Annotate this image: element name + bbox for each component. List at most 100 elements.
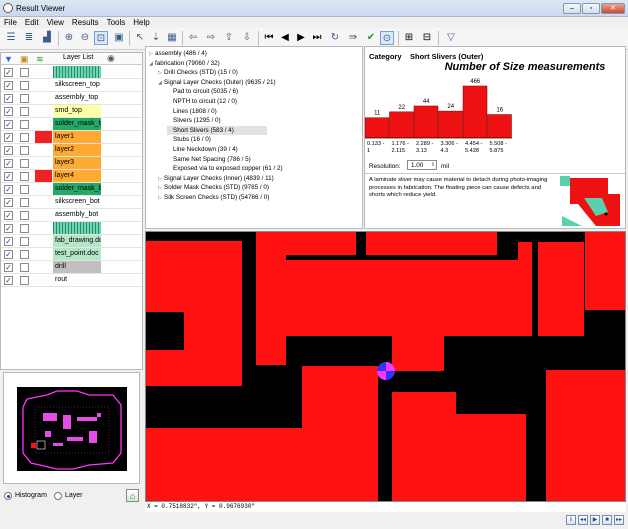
arrow-down-icon[interactable]: ⇩ [240, 31, 254, 45]
arrow-up-icon[interactable]: ⇧ [222, 31, 236, 45]
histogram-bar[interactable] [365, 117, 390, 139]
chart-icon[interactable]: ▟ [40, 31, 54, 45]
layer-row[interactable]: ✓ assembly_bot [1, 209, 142, 222]
histogram-bar[interactable] [487, 114, 512, 139]
layer-visible-checkbox[interactable]: ✓ [4, 146, 13, 155]
layer-lock-checkbox[interactable] [20, 185, 29, 194]
tree-node[interactable]: Short Slivers (583 / 4) [167, 125, 267, 135]
arrow-left-icon[interactable]: ⇦ [186, 31, 200, 45]
layer-lock-checkbox[interactable] [20, 81, 29, 90]
tree-node[interactable]: ▷ Drill Checks (STD) (15 / 0) [158, 68, 238, 78]
histogram-bar[interactable] [438, 110, 463, 139]
layer-lock-checkbox[interactable] [20, 250, 29, 259]
first-icon[interactable]: ⏮ [262, 31, 276, 45]
info-button[interactable]: i [566, 515, 576, 525]
layer-row[interactable]: ✓ silkscreen_top [1, 79, 142, 92]
layer-name[interactable]: solder_mask_bot [53, 183, 101, 195]
layer-name[interactable]: layer4 [53, 170, 101, 182]
layer-row[interactable]: ✓ silkscreen_bot [1, 196, 142, 209]
layer-visible-checkbox[interactable]: ✓ [4, 120, 13, 129]
menu-edit[interactable]: Edit [21, 17, 43, 28]
histogram-bar[interactable] [413, 105, 439, 139]
layer-visible-checkbox[interactable]: ✓ [4, 68, 13, 77]
layer-row[interactable]: ✓ layer4 [1, 170, 142, 183]
home-icon[interactable]: ⌂ [126, 489, 139, 502]
tree-node[interactable]: Same Net Spacing (786 / 5) [167, 155, 251, 164]
layer-name[interactable]: silkscreen_top [53, 79, 101, 91]
layer-name[interactable]: layer1 [53, 131, 101, 143]
refresh-icon[interactable]: ↻ [328, 31, 342, 45]
tree-node[interactable]: ▷ Signal Layer Checks (Inner) (4839 / 11) [158, 174, 274, 184]
layer-radio[interactable] [54, 492, 62, 500]
next-icon[interactable]: ▶ [294, 31, 308, 45]
tree-node[interactable]: ◢ Signal Layer Checks (Outer) (9635 / 21) [158, 78, 276, 88]
menu-results[interactable]: Results [68, 17, 103, 28]
list-icon[interactable]: ☰ [4, 31, 18, 45]
layer-visible-checkbox[interactable]: ✓ [4, 237, 13, 246]
layer-lock-checkbox[interactable] [20, 211, 29, 220]
filter-icon[interactable]: ▽ [444, 31, 458, 45]
layer-row[interactable]: ✓ solder_mask_top [1, 118, 142, 131]
layer-row[interactable]: ✓ smd_top [1, 105, 142, 118]
tree-node[interactable]: Stubs (16 / 0) [167, 135, 211, 144]
board-canvas[interactable] [145, 231, 626, 502]
layer-visible-checkbox[interactable]: ✓ [4, 276, 13, 285]
layer-lock-checkbox[interactable] [20, 94, 29, 103]
layer-row[interactable]: ✓ rout [1, 274, 142, 287]
layer-lock-checkbox[interactable] [20, 159, 29, 168]
report-icon[interactable]: ⊟ [420, 31, 434, 45]
layer-visible-checkbox[interactable]: ✓ [4, 263, 13, 272]
down-arrow-icon[interactable]: ⇣ [149, 31, 163, 45]
layer-name[interactable]: smd_top [53, 105, 101, 117]
layer-row[interactable]: ✓ fab_drawing.doc [1, 235, 142, 248]
export-icon[interactable]: ⊞ [402, 31, 416, 45]
tree-node[interactable]: ◢ fabrication (79060 / 32) [149, 59, 220, 69]
minimap-board[interactable] [17, 387, 127, 471]
tree-node[interactable]: Pad to circuit (5035 / 6) [167, 87, 238, 96]
layer-lock-checkbox[interactable] [20, 107, 29, 116]
layer-name[interactable]: test_point.doc [53, 248, 101, 260]
layer-name[interactable]: solder_mask_top [53, 118, 101, 130]
layer-name[interactable] [53, 222, 101, 234]
layer-row[interactable]: ✓ drill [1, 261, 142, 274]
layers-icon[interactable]: ≋ [36, 54, 44, 65]
zoom-in-icon[interactable]: ⊕ [62, 31, 76, 45]
histogram-bar[interactable] [389, 111, 414, 139]
tree-node[interactable]: ▷ Silk Screen Checks (STD) (54786 / 0) [158, 193, 269, 203]
tree-node[interactable]: ▷ assembly (486 / 4) [149, 49, 207, 59]
layer-visible-checkbox[interactable]: ✓ [4, 133, 13, 142]
menu-view[interactable]: View [43, 17, 68, 28]
layer-lock-checkbox[interactable] [20, 120, 29, 129]
layer-visible-checkbox[interactable]: ✓ [4, 159, 13, 168]
histogram-radio[interactable] [4, 492, 12, 500]
filter-icon[interactable]: ▼ [4, 54, 13, 64]
arrow-right-icon[interactable]: ⇨ [204, 31, 218, 45]
layer-row[interactable]: ✓ assembly_top [1, 92, 142, 105]
layer-lock-checkbox[interactable] [20, 276, 29, 285]
layer-lock-checkbox[interactable] [20, 224, 29, 233]
tree-node[interactable]: NPTH to circuit (12 / 0) [167, 97, 237, 106]
layer-row[interactable]: ✓ layer3 [1, 157, 142, 170]
layer-lock-checkbox[interactable] [20, 146, 29, 155]
last-icon[interactable]: ⏭ [310, 31, 324, 45]
measure-icon[interactable]: ⊙ [380, 31, 394, 45]
layer-visible-checkbox[interactable]: ✓ [4, 211, 13, 220]
stop-button[interactable]: ■ [602, 515, 612, 525]
zoom-window-icon[interactable]: ⊡ [94, 31, 108, 45]
lock-icon[interactable]: ▣ [20, 54, 29, 65]
fast-forward-button[interactable]: ▸▸ [614, 515, 624, 525]
layer-lock-checkbox[interactable] [20, 68, 29, 77]
layer-row[interactable]: ✓ layer2 [1, 144, 142, 157]
tree-node[interactable]: Exposed via to exposed copper (61 / 2) [167, 164, 283, 173]
layer-visible-checkbox[interactable]: ✓ [4, 185, 13, 194]
layer-name[interactable]: fab_drawing.doc [53, 235, 101, 247]
histogram-bar[interactable] [462, 85, 488, 139]
tree-node[interactable]: ▷ Solder Mask Checks (STD) (9785 / 0) [158, 183, 269, 193]
list-detail-icon[interactable]: ≣ [22, 31, 36, 45]
play-button[interactable]: ▶ [590, 515, 600, 525]
menu-tools[interactable]: Tools [103, 17, 130, 28]
layer-name[interactable]: silkscreen_bot [53, 196, 101, 208]
menu-help[interactable]: Help [129, 17, 153, 28]
layer-lock-checkbox[interactable] [20, 237, 29, 246]
layer-visible-checkbox[interactable]: ✓ [4, 198, 13, 207]
